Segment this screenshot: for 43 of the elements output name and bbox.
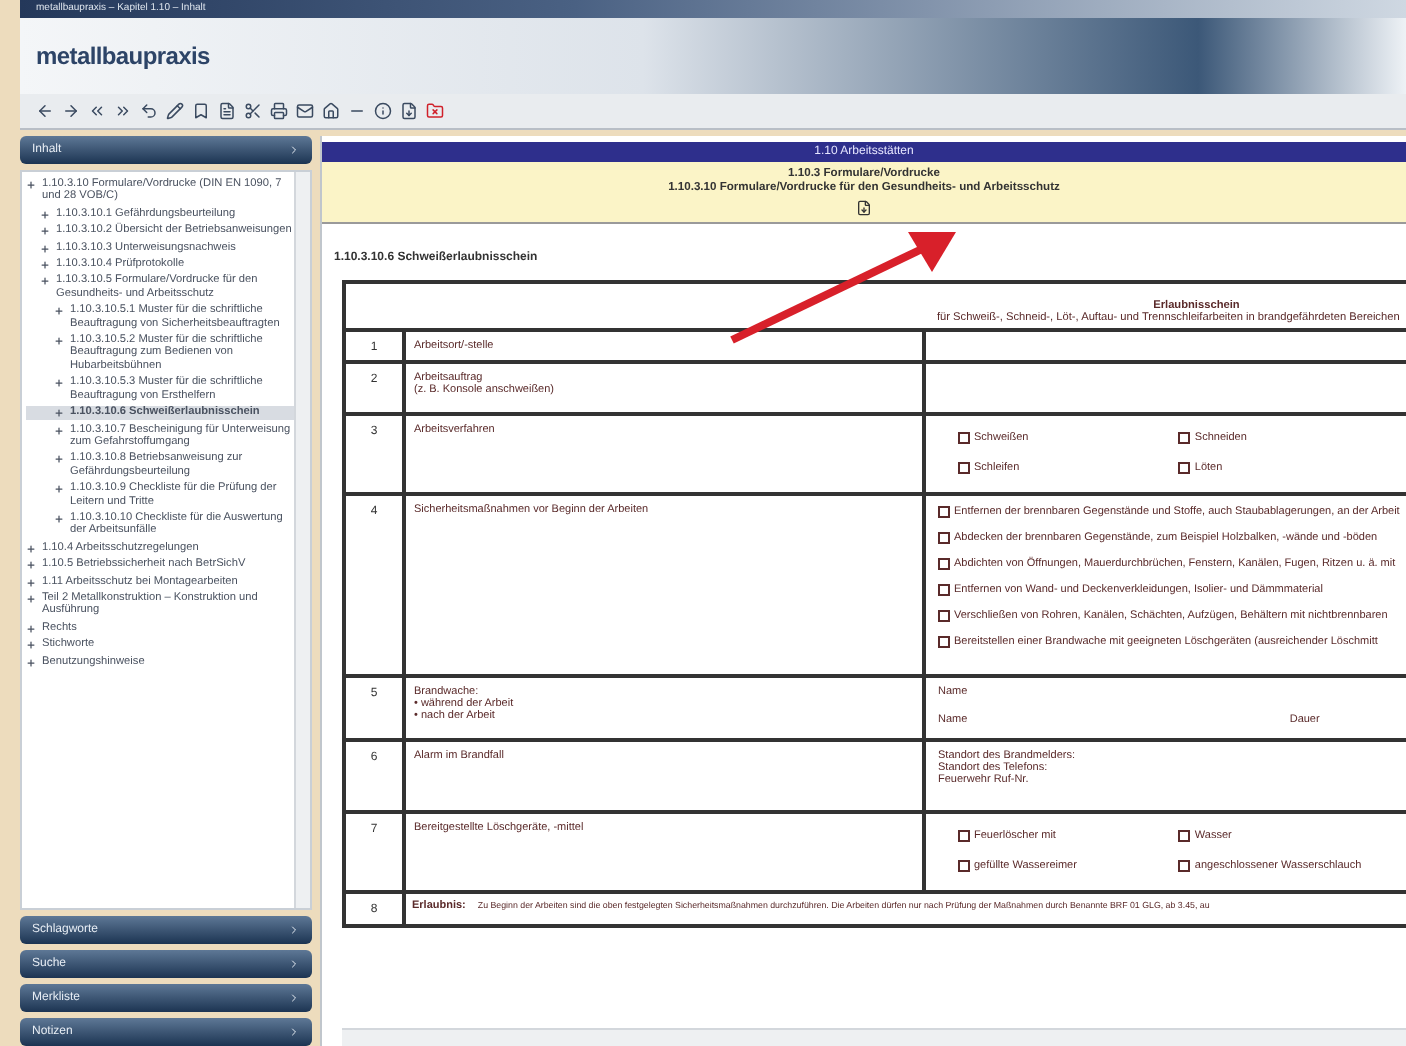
first-page-icon[interactable] [88, 102, 106, 120]
chevron-icon [288, 144, 300, 156]
back-arrow-icon[interactable] [36, 102, 54, 120]
plus-icon [54, 454, 64, 465]
forward-arrow-icon[interactable] [62, 102, 80, 120]
last-page-icon[interactable] [114, 102, 132, 120]
chevron-icon [288, 1026, 300, 1038]
bookmark-icon[interactable] [192, 102, 210, 120]
plus-icon [54, 306, 64, 317]
plus-icon [26, 180, 36, 190]
plus-icon [26, 593, 36, 604]
plus-icon [54, 425, 64, 435]
plus-icon [54, 408, 64, 419]
plus-icon [54, 484, 64, 495]
info-icon[interactable] [374, 102, 392, 120]
document-icon[interactable] [218, 102, 236, 120]
undo-icon[interactable] [140, 102, 158, 120]
plus-icon [26, 623, 36, 634]
export-icon[interactable] [400, 102, 418, 120]
plus-icon [40, 243, 50, 254]
plus-icon [26, 543, 36, 554]
plus-icon [26, 560, 36, 571]
plus-icon [26, 640, 36, 651]
chevron-icon [288, 992, 300, 1004]
plus-icon [26, 577, 36, 588]
plus-icon [40, 260, 50, 271]
document-icon[interactable] [856, 200, 872, 216]
plus-icon [40, 226, 50, 237]
plus-icon [40, 209, 50, 220]
pencil-icon[interactable] [166, 102, 184, 120]
app-logo: metallbaupraxis [36, 42, 210, 70]
chevron-icon [288, 958, 300, 970]
print-icon[interactable] [270, 102, 288, 120]
scissors-icon[interactable] [244, 102, 262, 120]
plus-icon [26, 657, 36, 668]
chevron-icon [288, 924, 300, 936]
close-document-icon[interactable] [426, 102, 444, 120]
mail-icon[interactable] [296, 102, 314, 120]
home-icon[interactable] [322, 102, 340, 120]
plus-icon [54, 513, 64, 524]
plus-icon [54, 378, 64, 389]
plus-icon [54, 336, 64, 347]
plus-icon [40, 276, 50, 287]
